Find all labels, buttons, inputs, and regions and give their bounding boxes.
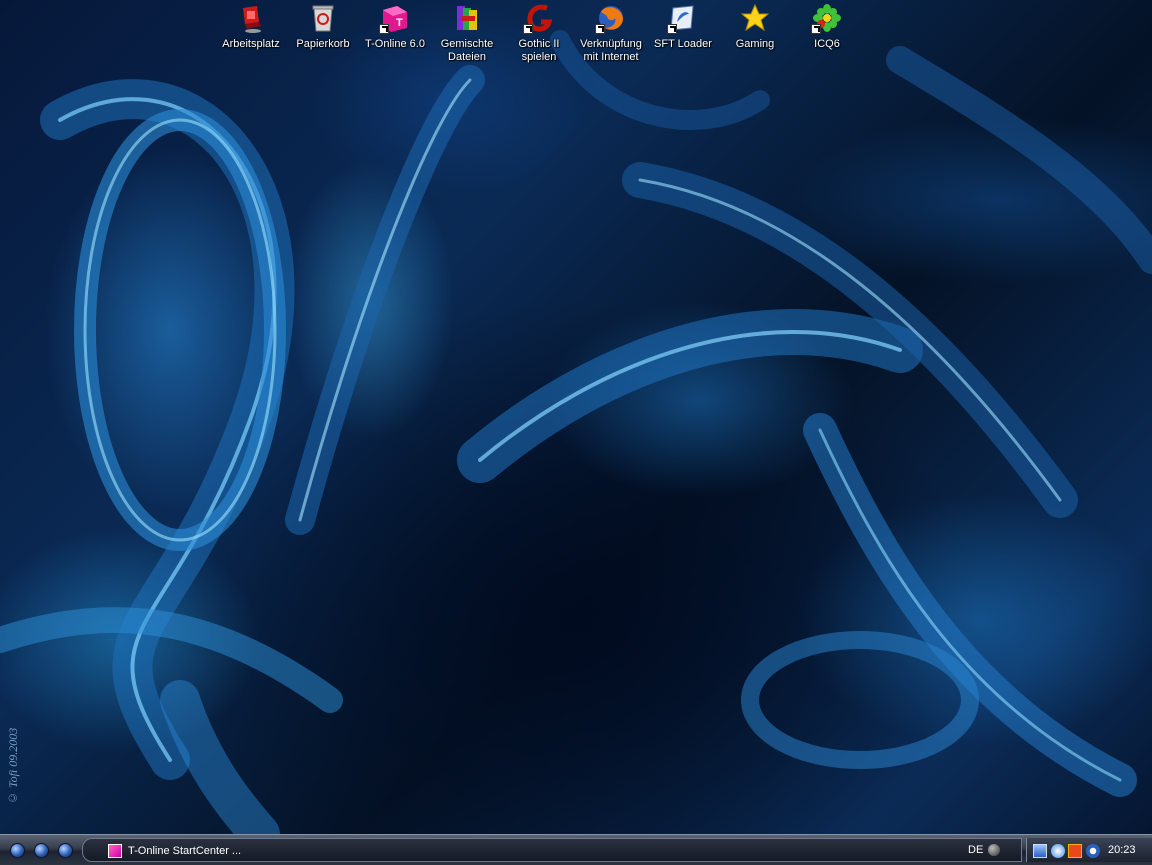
desktop-icon-icq[interactable]: ICQ6 bbox=[791, 2, 863, 51]
language-bar-icon[interactable] bbox=[988, 844, 1000, 856]
taskbar: T-Online StartCenter ... DE 20:23 bbox=[0, 834, 1152, 865]
desktop-icon-label: Gaming bbox=[735, 38, 775, 50]
taskbar-button-t-online-startcenter[interactable]: T-Online StartCenter ... bbox=[104, 841, 244, 861]
language-indicator[interactable]: DE bbox=[968, 843, 983, 857]
quick-launch-button-1[interactable] bbox=[10, 843, 25, 858]
desktop-icon-t-online[interactable]: T T-Online 6.0 bbox=[359, 2, 431, 51]
desktop-icon-arbeitsplatz[interactable]: Arbeitsplatz bbox=[215, 2, 287, 51]
recycle-bin-icon bbox=[307, 2, 339, 34]
shortcut-arrow-icon bbox=[667, 24, 677, 34]
clock[interactable]: 20:23 bbox=[1108, 843, 1136, 857]
desktop-icon-label: ICQ6 bbox=[814, 38, 840, 50]
svg-text:T: T bbox=[396, 17, 403, 29]
shortcut-arrow-icon bbox=[811, 24, 821, 34]
clock-sync-icon[interactable] bbox=[1086, 844, 1100, 858]
desktop-icon-gemischte-dateien[interactable]: Gemischte Dateien bbox=[431, 2, 503, 64]
computer-icon bbox=[235, 2, 267, 34]
desktop-icon-label: SFT Loader bbox=[654, 38, 712, 50]
quick-launch-button-2[interactable] bbox=[34, 843, 49, 858]
desktop-icon-label: Arbeitsplatz bbox=[222, 38, 280, 50]
wallpaper-watermark: © Tofi 09.2003 bbox=[6, 727, 20, 805]
desktop-icon-internet[interactable]: Verknüpfung mit Internet bbox=[575, 2, 647, 64]
folder-archive-icon bbox=[451, 2, 483, 34]
desktop[interactable]: © Tofi 09.2003 Arbeitsplatz Papierkorb T… bbox=[0, 0, 1152, 834]
desktop-icon-label: Gemischte Dateien bbox=[440, 38, 494, 63]
desktop-icon-label: Gothic II spielen bbox=[518, 38, 560, 63]
desktop-icon-gaming[interactable]: Gaming bbox=[719, 2, 791, 51]
taskbar-button-label: T-Online StartCenter ... bbox=[128, 845, 242, 857]
desktop-icon-sft-loader[interactable]: SFT Loader bbox=[647, 2, 719, 51]
sft-loader-icon bbox=[667, 2, 699, 34]
wallpaper bbox=[0, 30, 1152, 834]
desktop-icon-gothic[interactable]: Gothic II spielen bbox=[503, 2, 575, 64]
shortcut-arrow-icon bbox=[379, 24, 389, 34]
zonealarm-icon[interactable] bbox=[1068, 844, 1082, 858]
t-online-icon: T bbox=[379, 2, 411, 34]
firefox-icon bbox=[595, 2, 627, 34]
snowflake-icon[interactable] bbox=[1051, 844, 1065, 858]
desktop-icon-label: Papierkorb bbox=[296, 38, 350, 50]
gothic-game-icon bbox=[523, 2, 555, 34]
shortcut-arrow-icon bbox=[523, 24, 533, 34]
quick-launch-button-3[interactable] bbox=[58, 843, 73, 858]
desktop-icon-label: Verknüpfung mit Internet bbox=[580, 38, 642, 63]
shortcut-arrow-icon bbox=[595, 24, 605, 34]
t-online-icon bbox=[108, 844, 122, 858]
desktop-icon-papierkorb[interactable]: Papierkorb bbox=[287, 2, 359, 51]
icq-flower-icon bbox=[811, 2, 843, 34]
network-icon[interactable] bbox=[1033, 844, 1047, 858]
desktop-icon-label: T-Online 6.0 bbox=[365, 38, 425, 50]
star-icon bbox=[739, 2, 771, 34]
